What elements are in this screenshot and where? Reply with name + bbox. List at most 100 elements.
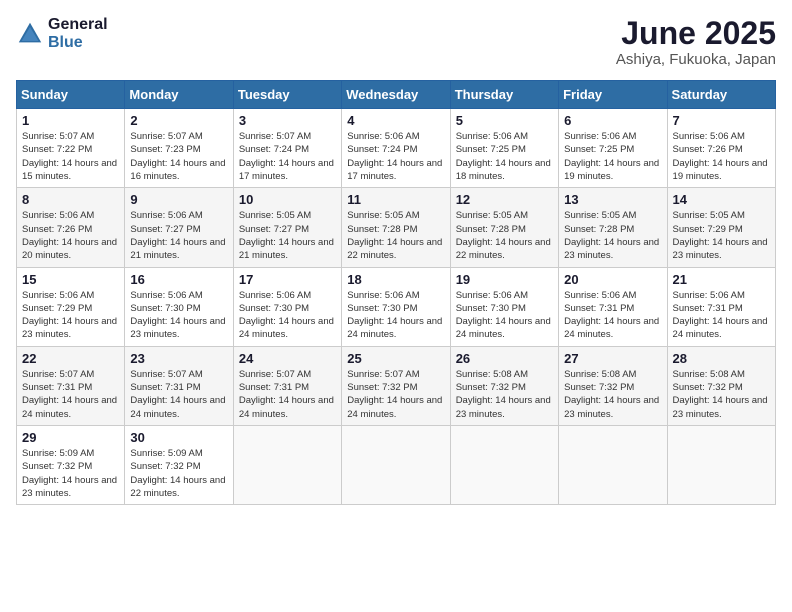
day-cell-24: 24 Sunrise: 5:07 AM Sunset: 7:31 PM Dayl… xyxy=(233,346,341,425)
col-thursday: Thursday xyxy=(450,81,558,109)
day-cell-30: 30 Sunrise: 5:09 AM Sunset: 7:32 PM Dayl… xyxy=(125,425,233,504)
day-info-24: Sunrise: 5:07 AM Sunset: 7:31 PM Dayligh… xyxy=(239,368,336,421)
day-cell-7: 7 Sunrise: 5:06 AM Sunset: 7:26 PM Dayli… xyxy=(667,109,775,188)
day-number-13: 13 xyxy=(564,192,661,207)
day-info-17: Sunrise: 5:06 AM Sunset: 7:30 PM Dayligh… xyxy=(239,289,336,342)
day-cell-14: 14 Sunrise: 5:05 AM Sunset: 7:29 PM Dayl… xyxy=(667,188,775,267)
day-info-27: Sunrise: 5:08 AM Sunset: 7:32 PM Dayligh… xyxy=(564,368,661,421)
day-number-4: 4 xyxy=(347,113,444,128)
day-cell-10: 10 Sunrise: 5:05 AM Sunset: 7:27 PM Dayl… xyxy=(233,188,341,267)
day-info-8: Sunrise: 5:06 AM Sunset: 7:26 PM Dayligh… xyxy=(22,209,119,262)
day-number-14: 14 xyxy=(673,192,770,207)
logo-icon xyxy=(16,20,44,48)
day-info-7: Sunrise: 5:06 AM Sunset: 7:26 PM Dayligh… xyxy=(673,130,770,183)
day-cell-17: 17 Sunrise: 5:06 AM Sunset: 7:30 PM Dayl… xyxy=(233,267,341,346)
empty-cell xyxy=(450,425,558,504)
day-number-3: 3 xyxy=(239,113,336,128)
col-monday: Monday xyxy=(125,81,233,109)
day-info-15: Sunrise: 5:06 AM Sunset: 7:29 PM Dayligh… xyxy=(22,289,119,342)
empty-cell xyxy=(667,425,775,504)
day-cell-13: 13 Sunrise: 5:05 AM Sunset: 7:28 PM Dayl… xyxy=(559,188,667,267)
day-info-28: Sunrise: 5:08 AM Sunset: 7:32 PM Dayligh… xyxy=(673,368,770,421)
day-cell-15: 15 Sunrise: 5:06 AM Sunset: 7:29 PM Dayl… xyxy=(17,267,125,346)
day-number-1: 1 xyxy=(22,113,119,128)
day-cell-22: 22 Sunrise: 5:07 AM Sunset: 7:31 PM Dayl… xyxy=(17,346,125,425)
day-number-15: 15 xyxy=(22,272,119,287)
col-sunday: Sunday xyxy=(17,81,125,109)
day-cell-3: 3 Sunrise: 5:07 AM Sunset: 7:24 PM Dayli… xyxy=(233,109,341,188)
calendar-body: 1 Sunrise: 5:07 AM Sunset: 7:22 PM Dayli… xyxy=(17,109,776,505)
day-info-23: Sunrise: 5:07 AM Sunset: 7:31 PM Dayligh… xyxy=(130,368,227,421)
day-info-3: Sunrise: 5:07 AM Sunset: 7:24 PM Dayligh… xyxy=(239,130,336,183)
day-cell-26: 26 Sunrise: 5:08 AM Sunset: 7:32 PM Dayl… xyxy=(450,346,558,425)
day-number-8: 8 xyxy=(22,192,119,207)
day-cell-28: 28 Sunrise: 5:08 AM Sunset: 7:32 PM Dayl… xyxy=(667,346,775,425)
day-cell-9: 9 Sunrise: 5:06 AM Sunset: 7:27 PM Dayli… xyxy=(125,188,233,267)
calendar-table: Sunday Monday Tuesday Wednesday Thursday… xyxy=(16,80,776,505)
day-info-26: Sunrise: 5:08 AM Sunset: 7:32 PM Dayligh… xyxy=(456,368,553,421)
day-info-2: Sunrise: 5:07 AM Sunset: 7:23 PM Dayligh… xyxy=(130,130,227,183)
day-number-18: 18 xyxy=(347,272,444,287)
day-info-20: Sunrise: 5:06 AM Sunset: 7:31 PM Dayligh… xyxy=(564,289,661,342)
calendar-week-4: 22 Sunrise: 5:07 AM Sunset: 7:31 PM Dayl… xyxy=(17,346,776,425)
day-cell-29: 29 Sunrise: 5:09 AM Sunset: 7:32 PM Dayl… xyxy=(17,425,125,504)
day-info-12: Sunrise: 5:05 AM Sunset: 7:28 PM Dayligh… xyxy=(456,209,553,262)
day-cell-6: 6 Sunrise: 5:06 AM Sunset: 7:25 PM Dayli… xyxy=(559,109,667,188)
calendar-week-3: 15 Sunrise: 5:06 AM Sunset: 7:29 PM Dayl… xyxy=(17,267,776,346)
day-number-21: 21 xyxy=(673,272,770,287)
day-number-26: 26 xyxy=(456,351,553,366)
logo: General Blue xyxy=(16,16,108,51)
location: Ashiya, Fukuoka, Japan xyxy=(616,51,776,68)
day-number-19: 19 xyxy=(456,272,553,287)
calendar-week-2: 8 Sunrise: 5:06 AM Sunset: 7:26 PM Dayli… xyxy=(17,188,776,267)
empty-cell xyxy=(233,425,341,504)
empty-cell xyxy=(342,425,450,504)
month-title: June 2025 xyxy=(616,16,776,51)
day-info-11: Sunrise: 5:05 AM Sunset: 7:28 PM Dayligh… xyxy=(347,209,444,262)
day-number-7: 7 xyxy=(673,113,770,128)
day-cell-2: 2 Sunrise: 5:07 AM Sunset: 7:23 PM Dayli… xyxy=(125,109,233,188)
day-number-10: 10 xyxy=(239,192,336,207)
day-info-6: Sunrise: 5:06 AM Sunset: 7:25 PM Dayligh… xyxy=(564,130,661,183)
day-info-10: Sunrise: 5:05 AM Sunset: 7:27 PM Dayligh… xyxy=(239,209,336,262)
day-number-5: 5 xyxy=(456,113,553,128)
day-cell-8: 8 Sunrise: 5:06 AM Sunset: 7:26 PM Dayli… xyxy=(17,188,125,267)
day-number-23: 23 xyxy=(130,351,227,366)
col-tuesday: Tuesday xyxy=(233,81,341,109)
logo-text: General Blue xyxy=(48,16,108,51)
day-cell-16: 16 Sunrise: 5:06 AM Sunset: 7:30 PM Dayl… xyxy=(125,267,233,346)
page-header: General Blue June 2025 Ashiya, Fukuoka, … xyxy=(16,16,776,68)
day-number-11: 11 xyxy=(347,192,444,207)
day-number-22: 22 xyxy=(22,351,119,366)
day-info-19: Sunrise: 5:06 AM Sunset: 7:30 PM Dayligh… xyxy=(456,289,553,342)
col-friday: Friday xyxy=(559,81,667,109)
day-info-5: Sunrise: 5:06 AM Sunset: 7:25 PM Dayligh… xyxy=(456,130,553,183)
day-info-13: Sunrise: 5:05 AM Sunset: 7:28 PM Dayligh… xyxy=(564,209,661,262)
day-cell-19: 19 Sunrise: 5:06 AM Sunset: 7:30 PM Dayl… xyxy=(450,267,558,346)
day-number-25: 25 xyxy=(347,351,444,366)
day-number-16: 16 xyxy=(130,272,227,287)
calendar-week-1: 1 Sunrise: 5:07 AM Sunset: 7:22 PM Dayli… xyxy=(17,109,776,188)
day-cell-20: 20 Sunrise: 5:06 AM Sunset: 7:31 PM Dayl… xyxy=(559,267,667,346)
day-cell-5: 5 Sunrise: 5:06 AM Sunset: 7:25 PM Dayli… xyxy=(450,109,558,188)
day-info-1: Sunrise: 5:07 AM Sunset: 7:22 PM Dayligh… xyxy=(22,130,119,183)
day-info-25: Sunrise: 5:07 AM Sunset: 7:32 PM Dayligh… xyxy=(347,368,444,421)
day-cell-1: 1 Sunrise: 5:07 AM Sunset: 7:22 PM Dayli… xyxy=(17,109,125,188)
day-number-20: 20 xyxy=(564,272,661,287)
day-cell-27: 27 Sunrise: 5:08 AM Sunset: 7:32 PM Dayl… xyxy=(559,346,667,425)
day-cell-4: 4 Sunrise: 5:06 AM Sunset: 7:24 PM Dayli… xyxy=(342,109,450,188)
col-saturday: Saturday xyxy=(667,81,775,109)
day-info-30: Sunrise: 5:09 AM Sunset: 7:32 PM Dayligh… xyxy=(130,447,227,500)
day-number-12: 12 xyxy=(456,192,553,207)
day-number-28: 28 xyxy=(673,351,770,366)
title-block: June 2025 Ashiya, Fukuoka, Japan xyxy=(616,16,776,68)
day-info-16: Sunrise: 5:06 AM Sunset: 7:30 PM Dayligh… xyxy=(130,289,227,342)
day-cell-23: 23 Sunrise: 5:07 AM Sunset: 7:31 PM Dayl… xyxy=(125,346,233,425)
day-info-4: Sunrise: 5:06 AM Sunset: 7:24 PM Dayligh… xyxy=(347,130,444,183)
day-number-6: 6 xyxy=(564,113,661,128)
day-cell-25: 25 Sunrise: 5:07 AM Sunset: 7:32 PM Dayl… xyxy=(342,346,450,425)
day-cell-18: 18 Sunrise: 5:06 AM Sunset: 7:30 PM Dayl… xyxy=(342,267,450,346)
day-number-29: 29 xyxy=(22,430,119,445)
day-info-21: Sunrise: 5:06 AM Sunset: 7:31 PM Dayligh… xyxy=(673,289,770,342)
day-number-9: 9 xyxy=(130,192,227,207)
